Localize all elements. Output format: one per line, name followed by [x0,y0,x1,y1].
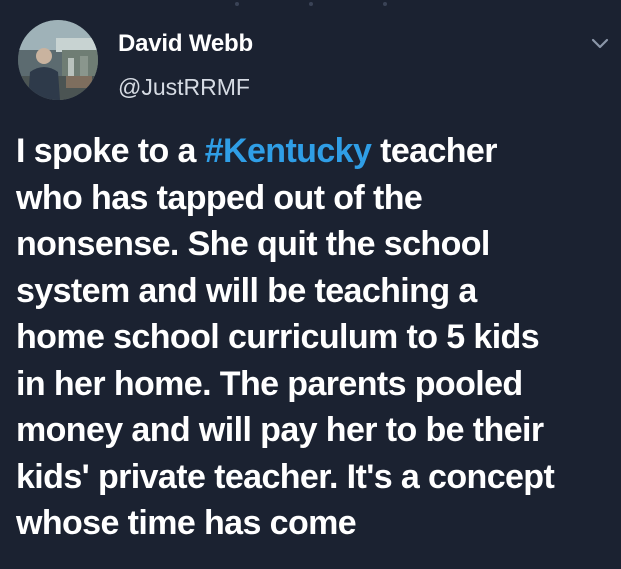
tweet-card: David Webb @JustRRMF I spoke to a #Kentu… [0,0,621,569]
tweet-text-segment: teacher [371,132,497,170]
hashtag-link[interactable]: #Kentucky [205,132,372,170]
divider-dot [234,2,239,6]
user-photo-avatar-icon [18,20,98,100]
tweet-text-line: I spoke to a #Kentucky teacher [16,128,616,175]
tweet-text-line: in her home. The parents pooled [16,364,523,403]
top-edge-fragment [0,0,621,10]
tweet-text-line: kids' private teacher. It's a concept [16,457,555,496]
avatar[interactable] [18,20,98,100]
tweet-text: I spoke to a #Kentucky teacher who has t… [16,128,616,547]
author-name[interactable]: David Webb [118,30,253,58]
tweet-text-line: system and will be teaching a [16,271,477,310]
divider-dot [382,2,387,6]
tweet-text-segment: I spoke to a [16,132,205,170]
tweet-text-line: nonsense. She quit the school [16,225,490,263]
tweet-text-line: whose time has come [16,504,357,542]
author-handle[interactable]: @JustRRMF [118,74,250,101]
tweet-text-line: who has tapped out of the [16,178,423,217]
divider-dot [308,2,313,6]
tweet-text-line: home school curriculum to 5 kids [16,318,540,356]
tweet-text-line: money and will pay her to be their [16,411,544,449]
chevron-down-icon[interactable] [590,36,610,50]
